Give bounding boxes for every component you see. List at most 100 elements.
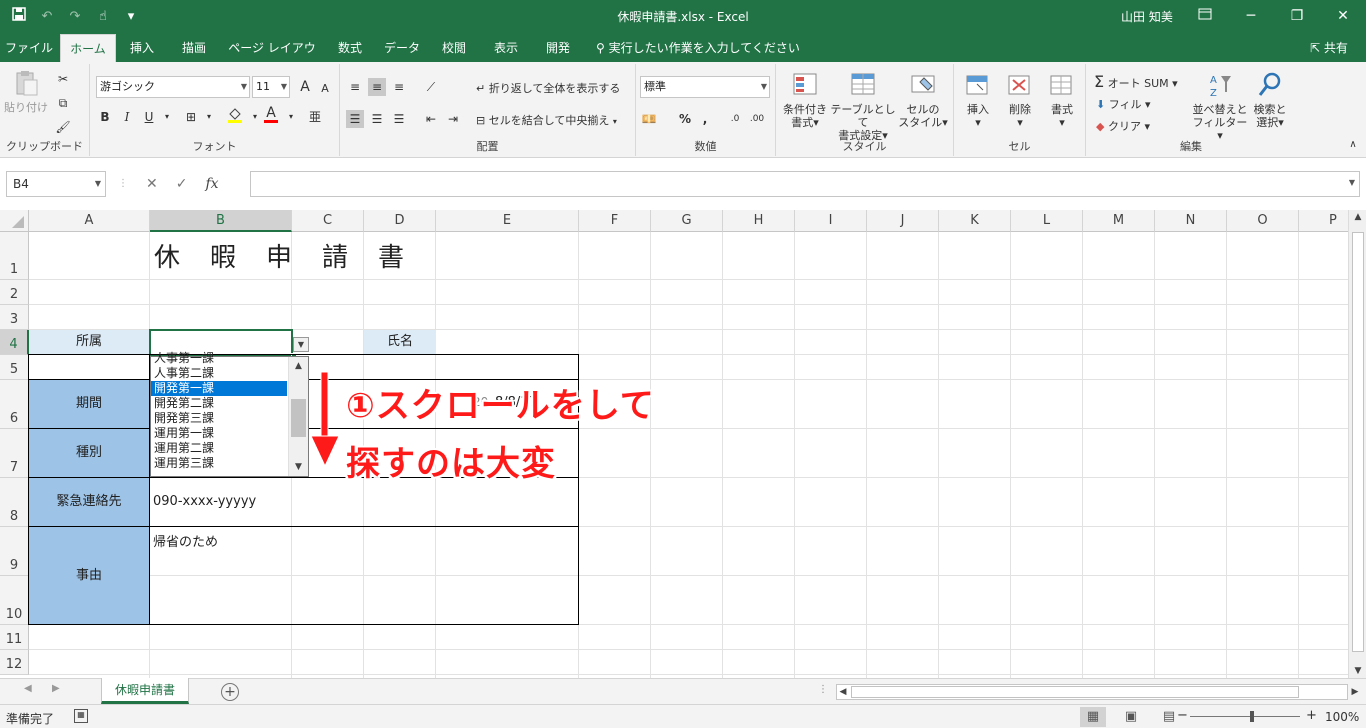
next-sheet-icon[interactable]: ▶ bbox=[52, 683, 60, 694]
font-name-combo[interactable]: 游ゴシック ▼ bbox=[96, 76, 250, 98]
column-header-h[interactable]: H bbox=[723, 210, 795, 232]
column-header-l[interactable]: L bbox=[1011, 210, 1083, 232]
shrink-font-icon[interactable]: A bbox=[316, 80, 334, 98]
tab-developer[interactable]: 開発 bbox=[538, 34, 578, 62]
worksheet-grid[interactable]: A B C D E F G H I J K L M N O P 1 2 3 4 … bbox=[0, 210, 1348, 678]
tab-formulas[interactable]: 数式 bbox=[330, 34, 370, 62]
column-header-f[interactable]: F bbox=[579, 210, 651, 232]
wrap-text-button[interactable]: ↵ 折り返して全体を表示する bbox=[476, 80, 620, 96]
column-header-g[interactable]: G bbox=[651, 210, 723, 232]
scroll-thumb[interactable] bbox=[291, 399, 306, 437]
tab-draw[interactable]: 描画 bbox=[172, 34, 216, 62]
align-bottom-icon[interactable]: ≡ bbox=[390, 78, 408, 96]
tab-home[interactable]: ホーム bbox=[60, 34, 116, 62]
chevron-down-icon[interactable]: ▾ bbox=[200, 108, 218, 126]
scroll-up-icon[interactable]: ▲ bbox=[289, 357, 308, 375]
column-header-o[interactable]: O bbox=[1227, 210, 1299, 232]
format-as-table-button[interactable]: テーブルとして 書式設定▾ bbox=[830, 70, 896, 142]
reason-value[interactable]: 帰省のため bbox=[149, 526, 579, 625]
row-header-4[interactable]: 4 bbox=[0, 330, 29, 355]
cell-styles-button[interactable]: セルの スタイル▾ bbox=[896, 70, 950, 129]
insert-cells-button[interactable]: 挿入 ▾ bbox=[956, 70, 1000, 129]
column-header-p[interactable]: P bbox=[1299, 210, 1348, 232]
dropdown-item[interactable]: 運用第三課 bbox=[151, 456, 287, 471]
normal-view-icon[interactable]: ▦ bbox=[1080, 707, 1106, 727]
row-header-6[interactable]: 6 bbox=[0, 380, 29, 429]
maximize-button[interactable]: ❐ bbox=[1274, 0, 1320, 34]
tell-me-search[interactable]: ⚲ 実行したい作業を入力してください bbox=[596, 34, 800, 62]
expand-formula-bar-icon[interactable]: ▼ bbox=[1349, 178, 1355, 187]
row-header-2[interactable]: 2 bbox=[0, 280, 29, 305]
row-header-3[interactable]: 3 bbox=[0, 305, 29, 330]
row-header-5[interactable]: 5 bbox=[0, 355, 29, 380]
name-box[interactable]: B4 ▼ bbox=[6, 171, 106, 197]
dropdown-item[interactable]: 人事第二課 bbox=[151, 366, 287, 381]
prev-sheet-icon[interactable]: ◀ bbox=[24, 683, 32, 694]
scroll-thumb[interactable] bbox=[851, 686, 1299, 698]
align-left-icon[interactable]: ☰ bbox=[346, 110, 364, 128]
font-color-icon[interactable]: A bbox=[262, 106, 280, 124]
row-header-11[interactable]: 11 bbox=[0, 625, 29, 650]
row-header-12[interactable]: 12 bbox=[0, 650, 29, 675]
row-header-9[interactable]: 9 bbox=[0, 527, 29, 576]
tab-page-layout[interactable]: ページ レイアウト bbox=[224, 34, 320, 83]
column-header-a[interactable]: A bbox=[29, 210, 150, 232]
row-header-10[interactable]: 10 bbox=[0, 576, 29, 625]
scroll-thumb[interactable] bbox=[1352, 232, 1364, 652]
insert-function-icon[interactable]: fx bbox=[205, 171, 218, 197]
dropdown-item[interactable]: 開発第二課 bbox=[151, 396, 287, 411]
number-format-combo[interactable]: 標準 ▼ bbox=[640, 76, 770, 98]
merge-center-button[interactable]: ⊟ セルを結合して中央揃え ▾ bbox=[476, 112, 617, 128]
borders-icon[interactable]: ⊞ bbox=[182, 108, 200, 126]
enter-icon[interactable]: ✓ bbox=[176, 171, 188, 197]
align-top-icon[interactable]: ≡ bbox=[346, 78, 364, 96]
formula-input[interactable]: ▼ bbox=[250, 171, 1360, 197]
fill-color-icon[interactable] bbox=[226, 106, 244, 124]
comma-style-button[interactable]: , bbox=[696, 110, 714, 128]
collapse-ribbon-icon[interactable]: ∧ bbox=[1344, 136, 1362, 154]
font-size-combo[interactable]: 11 ▼ bbox=[252, 76, 290, 98]
zoom-in-icon[interactable]: + bbox=[1306, 708, 1317, 723]
zoom-out-icon[interactable]: − bbox=[1177, 708, 1188, 723]
dropdown-scrollbar[interactable]: ▲ ▼ bbox=[288, 357, 308, 476]
conditional-formatting-button[interactable]: 条件付き 書式▾ bbox=[778, 70, 832, 129]
select-all-corner[interactable] bbox=[0, 210, 29, 232]
dropdown-item-selected[interactable]: 開発第一課 bbox=[151, 381, 287, 396]
scroll-right-icon[interactable]: ▶ bbox=[1349, 685, 1361, 699]
close-button[interactable]: ✕ bbox=[1320, 0, 1366, 34]
column-header-m[interactable]: M bbox=[1083, 210, 1155, 232]
phonetic-guide-icon[interactable]: 亜 bbox=[306, 108, 324, 126]
decrease-decimal-icon[interactable]: .00 bbox=[748, 110, 766, 128]
chevron-down-icon[interactable]: ▾ bbox=[282, 108, 300, 126]
horizontal-scrollbar[interactable]: ◀ ▶ bbox=[836, 684, 1358, 700]
zoom-slider-thumb[interactable] bbox=[1250, 711, 1254, 722]
italic-button[interactable]: I bbox=[118, 108, 136, 126]
dropdown-item[interactable]: 開発第三課 bbox=[151, 411, 287, 426]
row-header-7[interactable]: 7 bbox=[0, 429, 29, 478]
row-header-8[interactable]: 8 bbox=[0, 478, 29, 527]
row-header-1[interactable]: 1 bbox=[0, 232, 29, 280]
sort-filter-button[interactable]: AZ 並べ替えと フィルター▾ bbox=[1190, 70, 1250, 142]
department-dropdown-list[interactable]: 人事第一課 人事第二課 開発第一課 開発第二課 開発第三課 運用第一課 運用第二… bbox=[150, 351, 309, 477]
tab-data[interactable]: データ bbox=[380, 34, 424, 62]
column-header-e[interactable]: E bbox=[436, 210, 579, 232]
minimize-button[interactable]: ─ bbox=[1228, 0, 1274, 34]
column-header-c[interactable]: C bbox=[292, 210, 364, 232]
format-cells-button[interactable]: 書式 ▾ bbox=[1040, 70, 1084, 129]
column-header-i[interactable]: I bbox=[795, 210, 867, 232]
dropdown-item[interactable]: 運用第二課 bbox=[151, 441, 287, 456]
orientation-icon[interactable]: ⟋ bbox=[422, 78, 440, 96]
copy-icon[interactable]: ⧉ bbox=[54, 94, 72, 112]
format-painter-icon[interactable]: 🖌 bbox=[54, 118, 72, 136]
cut-icon[interactable]: ✂ bbox=[54, 70, 72, 88]
dropdown-item[interactable]: 運用第一課 bbox=[151, 426, 287, 441]
align-middle-icon[interactable]: ≡ bbox=[368, 78, 386, 96]
column-header-k[interactable]: K bbox=[939, 210, 1011, 232]
a5-cell[interactable] bbox=[28, 354, 150, 380]
column-header-d[interactable]: D bbox=[364, 210, 436, 232]
paste-button[interactable]: 貼り付け bbox=[2, 68, 50, 114]
increase-decimal-icon[interactable]: .0 bbox=[726, 110, 744, 128]
scroll-up-icon[interactable]: ▲ bbox=[1349, 212, 1366, 222]
cancel-icon[interactable]: ✕ bbox=[146, 171, 158, 197]
bold-button[interactable]: B bbox=[96, 108, 114, 126]
